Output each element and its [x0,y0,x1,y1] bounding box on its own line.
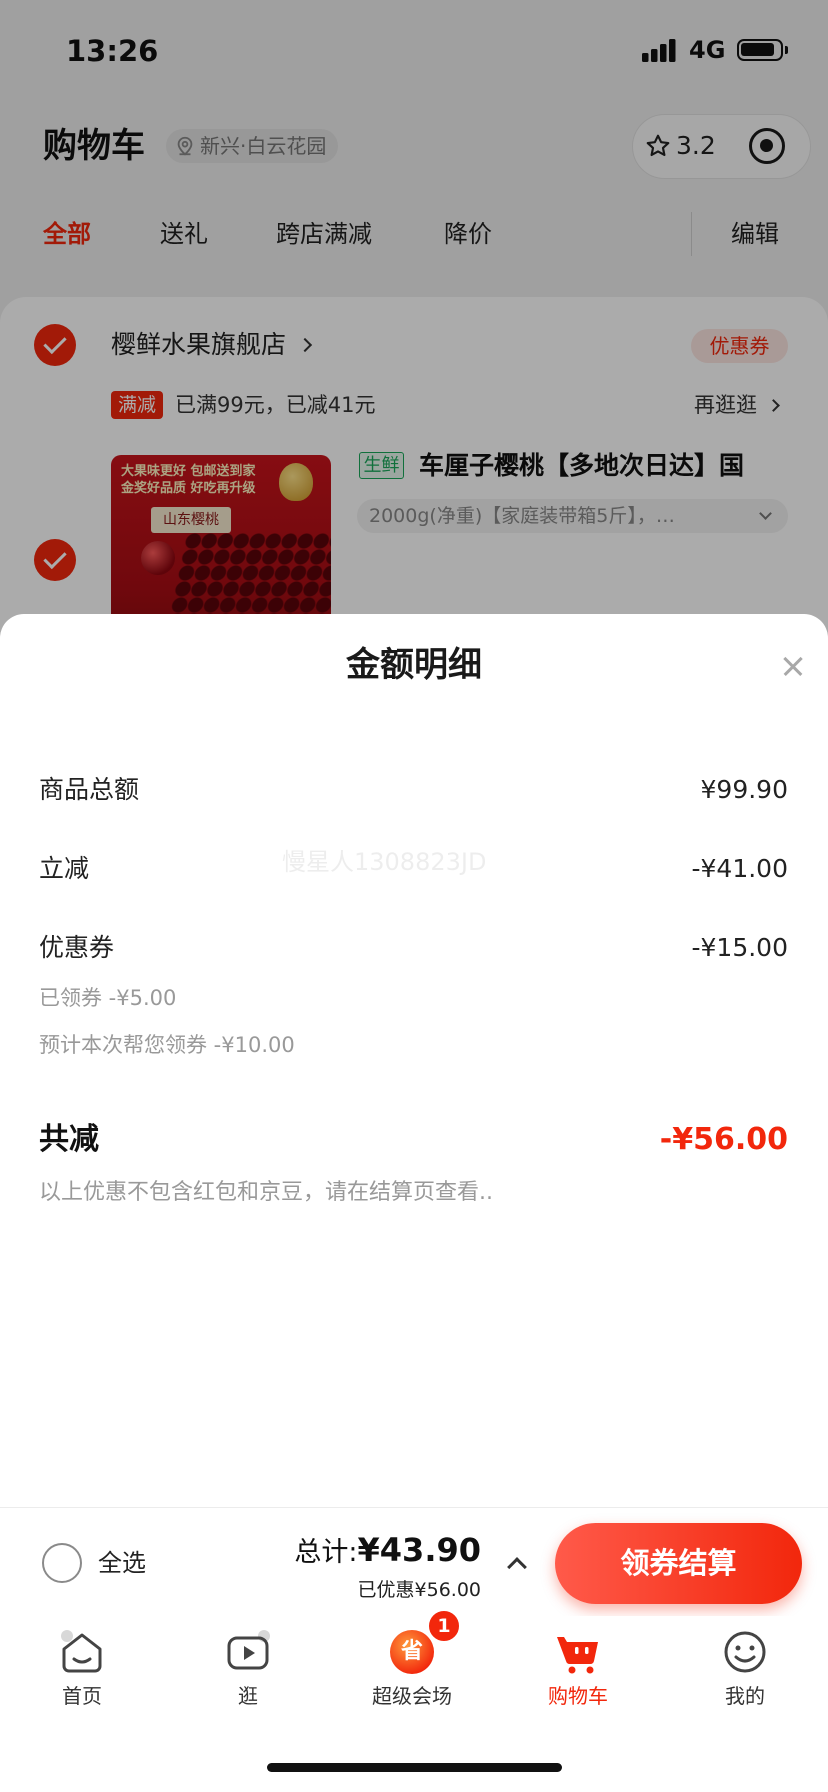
discount-note: 以上优惠不包含红包和京豆，请在结算页查看.. [39,1180,493,1205]
instant-discount-label: 立减 [39,854,90,883]
profile-icon [724,1631,766,1673]
sheet-title: 金额明细 [346,645,482,685]
subtotal-label: 商品总额 [39,775,140,804]
watermark: 慢星人1308823JD [282,848,487,876]
instant-discount-value: -¥41.00 [691,854,789,883]
checkout-button[interactable]: 领券结算 [555,1523,802,1604]
checkout-bar: 全选 总计: ¥43.90 已优惠¥56.00 领券结算 [0,1507,828,1616]
coupon-label: 优惠券 [39,933,115,962]
notification-badge: 1 [427,1609,461,1643]
super-venue-icon: 省 [390,1630,434,1674]
select-all-label[interactable]: 全选 [98,1548,146,1578]
amount-details-sheet: 金额明细 慢星人1308823JD 商品总额 ¥99.90 立减 -¥41.00… [0,614,828,1514]
tabbar-item-home[interactable]: 首页 [17,1616,147,1726]
subtotal-value: ¥99.90 [700,775,788,804]
total-amount: ¥43.90 [357,1531,481,1569]
chevron-up-icon[interactable] [507,1557,527,1577]
modal-overlay[interactable] [0,0,828,660]
coupon-claimed-detail: 已领券 -¥5.00 [39,986,177,1010]
total-discount-label: 共减 [39,1122,99,1157]
coupon-estimated-detail: 预计本次帮您领券 -¥10.00 [39,1033,295,1057]
cart-icon [557,1637,598,1674]
total-price: 总计: ¥43.90 [294,1530,481,1573]
tabbar-label: 我的 [725,1684,765,1708]
tabbar-item-super-venue[interactable]: 省 1 超级会场 [347,1609,477,1726]
cart-screen: 13:26 4G 购物车 新兴·白云花园 3.2 全部 送礼 跨店满减 降价 编… [0,0,828,1792]
home-icon [61,1630,102,1673]
video-icon [227,1630,270,1670]
tabbar-item-profile[interactable]: 我的 [680,1616,810,1726]
select-all-checkbox[interactable] [42,1543,82,1583]
tabbar-item-cart[interactable]: 购物车 [513,1616,643,1726]
tabbar-label: 首页 [62,1684,102,1708]
home-indicator[interactable] [267,1763,562,1772]
tabbar-label: 超级会场 [372,1684,452,1708]
total-discount-value: -¥56.00 [659,1122,788,1157]
tabbar-label: 购物车 [548,1684,608,1708]
tabbar-label: 逛 [238,1684,258,1708]
tabbar-item-browse[interactable]: 逛 [183,1616,313,1726]
total-label: 总计: [294,1537,358,1568]
bottom-tab-bar: 首页 逛 省 1 超级会场 购物车 我的 [0,1609,828,1746]
coupon-value: -¥15.00 [691,933,789,962]
close-icon[interactable] [773,646,813,686]
discount-summary: 已优惠¥56.00 [357,1579,481,1601]
